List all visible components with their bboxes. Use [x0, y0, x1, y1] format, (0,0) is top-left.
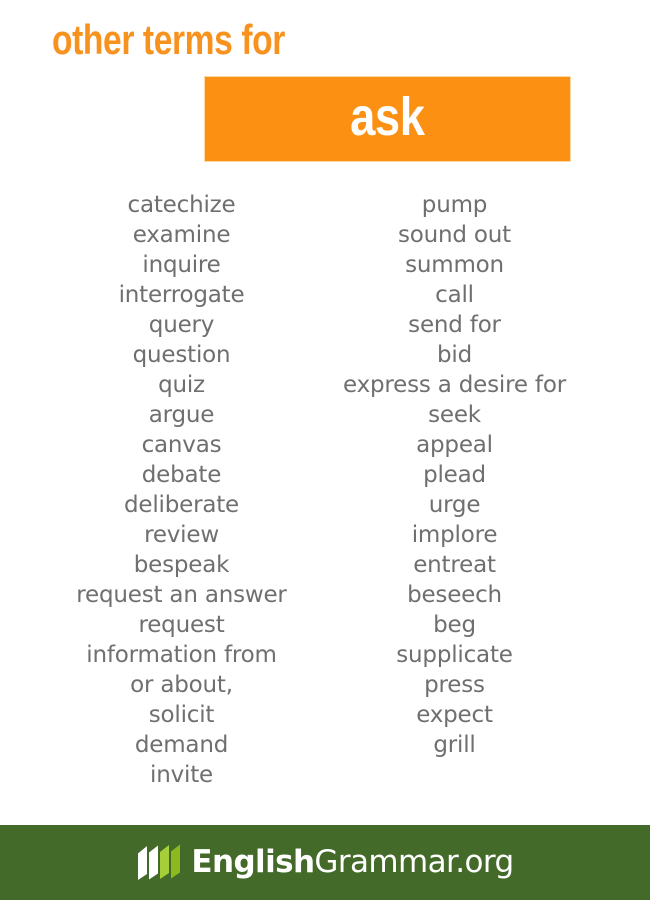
synonym-word: beg [433, 612, 476, 638]
synonym-word: express a desire for [343, 372, 566, 398]
synonym-word: sound out [398, 222, 511, 248]
synonym-column-right: pump sound out summon call send for bid expres… [325, 190, 650, 790]
synonym-word: send for [408, 312, 501, 338]
synonym-word: urge [428, 492, 481, 518]
synonym-word: seek [428, 402, 481, 428]
footer: EnglishGrammar.org [0, 825, 650, 900]
site-logo[interactable]: EnglishGrammar.org [136, 844, 514, 882]
synonym-word: pump [421, 192, 488, 218]
synonym-word: entreat [413, 552, 496, 578]
page-title: other terms for [52, 16, 285, 63]
synonym-word: appeal [416, 432, 493, 458]
term-word: ask [350, 87, 425, 147]
synonym-word: supplicate [396, 642, 513, 668]
header: other terms for ask [0, 0, 650, 170]
open-book-icon [136, 844, 182, 882]
logo-name-light: Grammar.org [314, 844, 514, 880]
synonym-word: press [424, 672, 485, 698]
synonym-column-left: catechize examine inquire interrogate query q… [0, 190, 325, 790]
synonym-word: expect [416, 702, 493, 728]
synonym-word: call [435, 282, 474, 308]
synonym-word: bid [437, 342, 472, 368]
term-highlight-box: ask [205, 77, 570, 161]
synonym-word: invite [150, 762, 213, 788]
synonym-word: implore [411, 522, 498, 548]
synonym-word: beseech [407, 582, 502, 608]
logo-name-bold: English [191, 844, 315, 880]
synonym-word: plead [423, 462, 486, 488]
synonym-word: summon [405, 252, 504, 278]
synonym-columns: catechize examine inquire interrogate query q… [0, 190, 650, 790]
synonym-word: grill [433, 732, 476, 758]
site-logo-text: EnglishGrammar.org [191, 844, 514, 880]
